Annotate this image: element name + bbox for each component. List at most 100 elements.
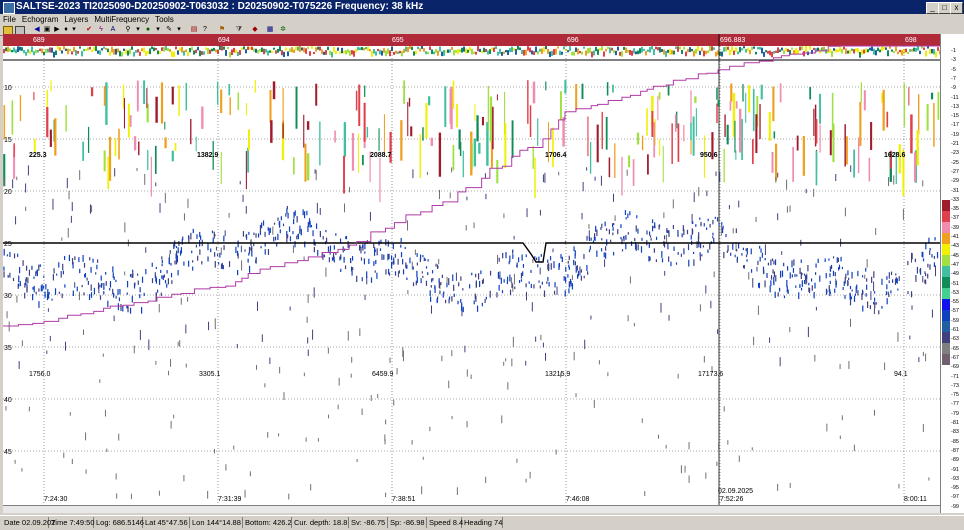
echo-streak bbox=[452, 80, 455, 110]
chart-icon[interactable]: ▤ bbox=[190, 26, 198, 34]
echo-streak bbox=[529, 105, 532, 137]
echo-tick bbox=[607, 372, 609, 377]
filter-icon[interactable]: ⧩ bbox=[235, 26, 243, 34]
scattering-layer-echo bbox=[131, 273, 133, 278]
surface-echo bbox=[13, 47, 15, 53]
menu-multifrequency[interactable]: MultiFrequency bbox=[91, 14, 152, 25]
surface-echo bbox=[697, 46, 699, 52]
surface-echo bbox=[679, 46, 681, 50]
scattering-layer-echo bbox=[894, 278, 897, 285]
scattering-layer-echo bbox=[873, 271, 875, 278]
scattering-layer-echo bbox=[72, 290, 74, 297]
forward-icon[interactable]: ▶ bbox=[53, 26, 61, 34]
scattering-layer-echo bbox=[166, 270, 168, 274]
eraser-icon[interactable]: ◆ bbox=[251, 26, 259, 34]
pen-dropdown-icon[interactable]: ▾ bbox=[175, 26, 183, 34]
zoom-icon[interactable]: ⚲ bbox=[124, 26, 132, 34]
surface-echo bbox=[583, 46, 585, 49]
globe-dropdown-icon[interactable]: ▾ bbox=[154, 26, 162, 34]
status-date: Date 02.09.202 bbox=[4, 517, 56, 528]
echo-streak bbox=[802, 136, 805, 153]
scattering-layer-echo bbox=[929, 250, 931, 255]
scattering-layer-echo bbox=[107, 300, 109, 308]
surface-echo bbox=[233, 47, 235, 53]
scattering-layer-echo bbox=[663, 235, 666, 240]
echo-streak bbox=[738, 108, 742, 153]
surface-echo bbox=[283, 51, 285, 57]
echo-streak bbox=[292, 157, 295, 175]
scattering-layer-echo bbox=[568, 284, 571, 288]
echo-tick bbox=[665, 444, 667, 449]
scattering-layer-echo bbox=[801, 280, 803, 288]
scattering-layer-echo bbox=[38, 301, 40, 308]
surface-echo bbox=[109, 51, 111, 56]
menu-layers[interactable]: Layers bbox=[61, 14, 91, 25]
echo-tick bbox=[159, 203, 161, 213]
color-scale-swatch bbox=[942, 244, 950, 255]
fish-icon[interactable]: ϟ bbox=[97, 26, 105, 34]
surface-echo bbox=[189, 48, 191, 53]
back-icon[interactable]: ◀ bbox=[33, 26, 41, 34]
scattering-layer-echo bbox=[834, 272, 836, 277]
echo-tick bbox=[279, 366, 281, 374]
echo-streak bbox=[430, 137, 434, 146]
echo-streak bbox=[103, 150, 106, 172]
pen-icon[interactable]: ✎ bbox=[165, 26, 173, 34]
scattering-layer-echo bbox=[38, 264, 40, 271]
scattering-layer-echo bbox=[851, 289, 853, 292]
menu-file[interactable]: File bbox=[0, 14, 19, 25]
scattering-layer-echo bbox=[541, 281, 543, 285]
scattering-layer-echo bbox=[54, 288, 57, 295]
echo-streak bbox=[363, 102, 366, 142]
grid-icon[interactable]: ▦ bbox=[266, 26, 274, 34]
echogram-view[interactable]: 10 15 20 25 30 35 40 45 689 694 695 696 … bbox=[3, 34, 940, 513]
scattering-layer-echo bbox=[460, 276, 462, 281]
scattering-layer-echo bbox=[287, 234, 289, 237]
surface-echo bbox=[221, 46, 223, 51]
echo-tick bbox=[70, 215, 72, 223]
echo-streak bbox=[410, 126, 413, 137]
scattering-layer-echo bbox=[687, 244, 690, 251]
check-icon[interactable]: ✔ bbox=[85, 26, 93, 34]
menu-tools[interactable]: Tools bbox=[152, 14, 177, 25]
surface-echo bbox=[927, 46, 929, 49]
close-button[interactable]: x bbox=[950, 2, 963, 14]
echo-streak bbox=[792, 146, 795, 182]
surface-echo bbox=[611, 47, 613, 51]
dropdown-icon[interactable]: ▾ bbox=[70, 26, 78, 34]
camera-icon[interactable]: ▣ bbox=[43, 26, 51, 34]
color-scale-label: -5 bbox=[951, 66, 956, 73]
surface-echo bbox=[159, 51, 161, 54]
scattering-layer-echo bbox=[568, 288, 570, 294]
zoom-dropdown-icon[interactable]: ▾ bbox=[134, 26, 142, 34]
surface-echo bbox=[461, 47, 463, 53]
echogram-canvas[interactable] bbox=[3, 34, 940, 513]
scattering-layer-echo bbox=[911, 253, 913, 260]
surface-echo bbox=[859, 51, 861, 58]
surface-echo bbox=[689, 47, 691, 52]
font-icon[interactable]: A bbox=[109, 26, 117, 34]
echo-tick bbox=[813, 188, 815, 197]
help-icon[interactable]: ? bbox=[201, 26, 209, 34]
surface-echo bbox=[381, 50, 383, 56]
echo-tick bbox=[644, 491, 646, 497]
globe-icon[interactable]: ● bbox=[144, 26, 152, 34]
scattering-layer-echo bbox=[212, 237, 214, 243]
echo-tick bbox=[173, 414, 175, 419]
menu-echogram[interactable]: Echogram bbox=[19, 14, 61, 25]
scattering-layer-echo bbox=[248, 252, 250, 256]
bin-icon[interactable]: ♦ bbox=[62, 26, 70, 34]
scattering-layer-echo bbox=[115, 295, 117, 299]
tag-icon[interactable]: ⚑ bbox=[218, 26, 226, 34]
echo-streak bbox=[247, 147, 250, 173]
scattering-layer-echo bbox=[525, 254, 527, 258]
settings-icon[interactable]: ✲ bbox=[279, 26, 287, 34]
echo-streak bbox=[254, 80, 256, 93]
echo-streak bbox=[13, 143, 15, 158]
scattering-layer-echo bbox=[264, 231, 266, 237]
scattering-layer-echo bbox=[356, 275, 358, 283]
surface-echo bbox=[203, 51, 205, 55]
horizontal-scrollbar[interactable] bbox=[3, 505, 940, 513]
echo-streak bbox=[614, 143, 616, 179]
scattering-layer-echo bbox=[837, 267, 840, 271]
